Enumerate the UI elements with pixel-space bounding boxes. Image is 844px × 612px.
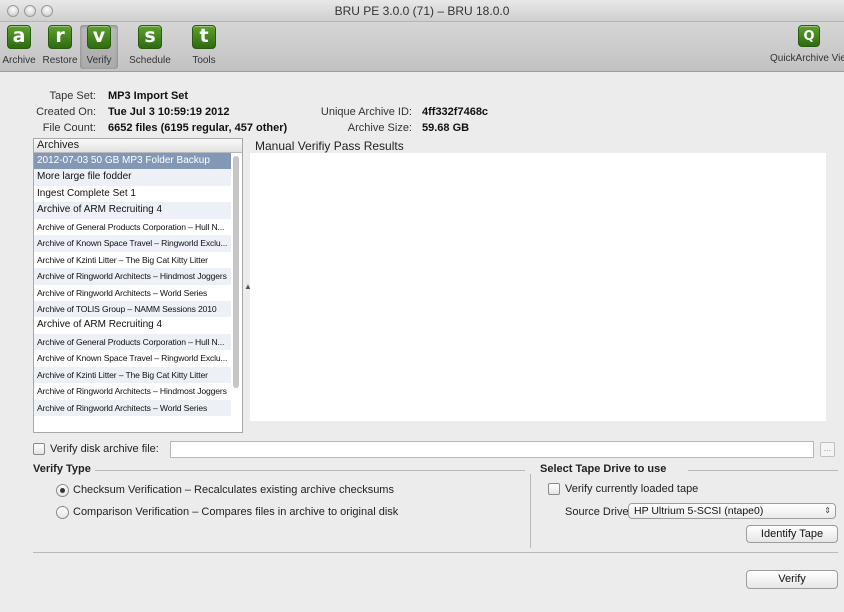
verify-button[interactable]: Verify xyxy=(746,570,838,589)
archive-list-item[interactable]: Archive of Kzinti Litter – The Big Cat K… xyxy=(34,252,231,268)
tape-drive-divider xyxy=(688,470,838,471)
tools-icon: t xyxy=(192,25,216,49)
comparison-verification-radio[interactable] xyxy=(56,506,69,519)
archive-list-item[interactable]: Archive of Known Space Travel – Ringworl… xyxy=(34,235,231,252)
source-drive-select[interactable]: HP Ultrium 5-SCSI (ntape0) ⇕ xyxy=(628,503,836,519)
verify-icon: v xyxy=(87,25,111,49)
verify-loaded-tape-checkbox[interactable] xyxy=(548,483,560,495)
verify-type-title: Verify Type xyxy=(33,463,91,475)
file-count-label: File Count: xyxy=(42,122,96,134)
toolbar-verify-label: Verify xyxy=(86,55,112,66)
toolbar-schedule-label: Schedule xyxy=(129,55,171,66)
toolbar-quickarchive-view-label: QuickArchive View xyxy=(770,53,844,64)
tape-set-label: Tape Set: xyxy=(49,90,96,102)
toolbar-quickarchive-view-button[interactable]: Q QuickArchive View xyxy=(770,25,844,64)
browse-disk-archive-button[interactable]: ... xyxy=(820,442,835,457)
verify-disk-archive-checkbox[interactable] xyxy=(33,443,45,455)
file-count-value: 6652 files (6195 regular, 457 other) xyxy=(108,122,288,134)
unique-archive-id-label: Unique Archive ID: xyxy=(320,106,412,118)
checksum-verification-radio[interactable] xyxy=(56,484,69,497)
tape-set-value: MP3 Import Set xyxy=(108,90,189,102)
schedule-icon: s xyxy=(138,25,162,49)
comparison-verification-label: Comparison Verification – Compares files… xyxy=(73,506,399,518)
bottom-divider xyxy=(33,552,838,553)
toolbar-restore-label: Restore xyxy=(42,55,78,66)
tape-drive-title: Select Tape Drive to use xyxy=(540,463,667,475)
archives-list: 2012-07-03 50 GB MP3 Folder Backup More … xyxy=(34,153,242,416)
unique-archive-id-value: 4ff332f7468c xyxy=(422,106,489,118)
archive-size-label: Archive Size: xyxy=(347,122,412,134)
archive-list-item[interactable]: Ingest Complete Set 1 xyxy=(34,186,231,202)
toolbar-archive-button[interactable]: a Archive xyxy=(0,25,38,66)
archives-scroll-thumb[interactable] xyxy=(233,156,239,388)
source-drive-label: Source Drive: xyxy=(565,506,632,518)
window-title: BRU PE 3.0.0 (71) – BRU 18.0.0 xyxy=(334,4,510,18)
identify-tape-button[interactable]: Identify Tape xyxy=(746,525,838,543)
restore-icon: r xyxy=(48,25,72,49)
archive-list-item[interactable]: Archive of Ringworld Architects – World … xyxy=(34,285,231,301)
archives-scrollbar[interactable] xyxy=(232,154,240,432)
select-arrows-icon: ⇕ xyxy=(824,506,831,515)
results-title: Manual Verifiy Pass Results xyxy=(255,139,404,153)
section-divider xyxy=(530,474,531,548)
archive-icon: a xyxy=(7,25,31,49)
archive-list-item[interactable]: Archive of General Products Corporation … xyxy=(34,219,231,235)
archives-column-header[interactable]: Archives xyxy=(34,139,242,153)
created-on-value: Tue Jul 3 10:59:19 2012 xyxy=(108,106,230,118)
results-panel: Manual Verifiy Pass Results xyxy=(250,138,838,433)
archive-list-item[interactable]: Archive of TOLIS Group – NAMM Sessions 2… xyxy=(34,300,231,318)
results-text-area[interactable] xyxy=(250,153,826,421)
archives-list-panel: Archives 2012-07-03 50 GB MP3 Folder Bac… xyxy=(33,138,243,433)
archive-list-item[interactable]: Archive of Kzinti Litter – The Big Cat K… xyxy=(34,366,231,384)
toolbar-archive-label: Archive xyxy=(2,55,36,66)
archive-list-item[interactable]: 2012-07-03 50 GB MP3 Folder Backup xyxy=(34,153,231,170)
created-on-label: Created On: xyxy=(36,106,96,118)
archive-list-item[interactable]: Archive of ARM Recruiting 4 xyxy=(34,317,231,333)
archive-list-item[interactable]: Archive of Ringworld Architects – Hindmo… xyxy=(34,383,231,399)
toolbar-tools-label: Tools xyxy=(192,55,216,66)
toolbar-restore-button[interactable]: r Restore xyxy=(40,25,80,66)
toolbar-verify-button[interactable]: v Verify xyxy=(80,25,118,69)
archive-list-item[interactable]: Archive of ARM Recruiting 4 xyxy=(34,202,231,219)
archive-list-item[interactable]: Archive of General Products Corporation … xyxy=(34,333,231,351)
toolbar-tools-button[interactable]: t Tools xyxy=(186,25,222,66)
verify-loaded-tape-label: Verify currently loaded tape xyxy=(565,483,699,495)
archive-list-item[interactable]: More large file fodder xyxy=(34,169,231,186)
verify-type-divider xyxy=(95,470,525,471)
verify-disk-archive-label: Verify disk archive file: xyxy=(50,443,159,455)
quickarchive-view-icon: Q xyxy=(798,25,820,47)
toolbar: a Archive r Restore v Verify s Schedule … xyxy=(0,22,844,72)
archive-list-item[interactable]: Archive of Ringworld Architects – World … xyxy=(34,399,231,416)
archive-list-item[interactable]: Archive of Known Space Travel – Ringworl… xyxy=(34,350,231,366)
archive-size-value: 59.68 GB xyxy=(422,122,470,134)
archive-list-item[interactable]: Archive of Ringworld Architects – Hindmo… xyxy=(34,268,231,285)
title-bar: BRU PE 3.0.0 (71) – BRU 18.0.0 xyxy=(0,0,844,22)
toolbar-schedule-button[interactable]: s Schedule xyxy=(118,25,182,66)
checksum-verification-label: Checksum Verification – Recalculates exi… xyxy=(73,484,394,496)
source-drive-value: HP Ultrium 5-SCSI (ntape0) xyxy=(634,505,764,517)
disk-archive-file-field[interactable] xyxy=(170,441,814,458)
